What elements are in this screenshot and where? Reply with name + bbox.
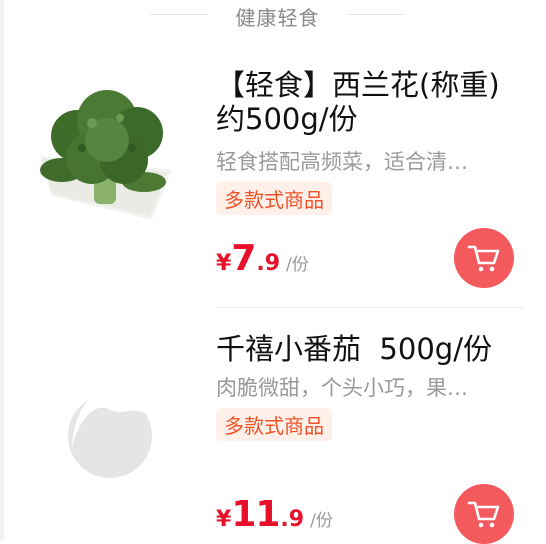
price-integer: 7 [231, 238, 256, 279]
add-to-cart-button[interactable] [454, 484, 514, 544]
price-unit: /份 [310, 511, 333, 531]
section-header: 健康轻食 [150, 0, 405, 30]
price-decimal: .9 [256, 251, 281, 276]
product-name[interactable]: 【轻食】西兰花(称重) 约500g/份 [216, 68, 516, 136]
broccoli-image[interactable] [32, 78, 182, 228]
price-unit: /份 [286, 255, 309, 275]
product-card-tomato[interactable]: 千禧小番茄 500g/份 肉脆微甜，个头小巧，果… 多款式商品 ¥11.9/份 [0, 310, 546, 544]
product-price: ¥7.9/份 [216, 238, 309, 279]
header-line-right [347, 14, 405, 15]
add-to-cart-button[interactable] [454, 228, 514, 288]
product-divider [216, 307, 524, 308]
price-integer: 11 [231, 494, 280, 535]
product-description: 轻食搭配高频菜，适合清… [216, 150, 468, 174]
price-decimal: .9 [280, 507, 305, 532]
product-price: ¥11.9/份 [216, 494, 333, 535]
multi-style-tag: 多款式商品 [216, 182, 332, 215]
placeholder-image-icon[interactable] [36, 350, 176, 490]
currency-symbol: ¥ [216, 507, 232, 532]
section-title: 健康轻食 [235, 6, 320, 30]
product-name[interactable]: 千禧小番茄 500g/份 [216, 332, 516, 366]
cart-icon [467, 501, 500, 528]
product-card-broccoli[interactable]: 【轻食】西兰花(称重) 约500g/份 轻食搭配高频菜，适合清… 多款式商品 ¥… [0, 60, 546, 310]
multi-style-tag: 多款式商品 [216, 408, 332, 441]
currency-symbol: ¥ [216, 251, 232, 276]
cart-icon [467, 245, 500, 272]
product-description: 肉脆微甜，个头小巧，果… [216, 376, 468, 400]
